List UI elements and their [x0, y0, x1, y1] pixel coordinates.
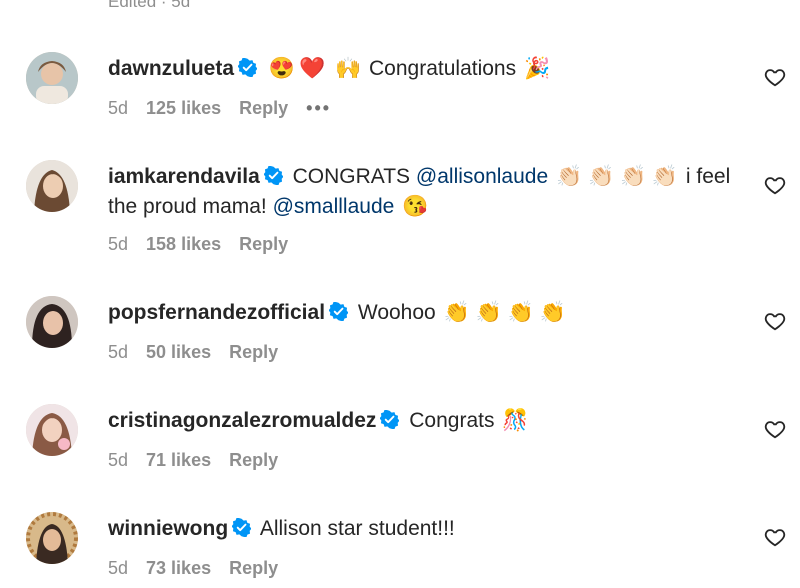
comment-meta: 5d 125 likes Reply ••• [108, 98, 349, 119]
avatar[interactable] [26, 404, 78, 456]
verified-badge-icon [263, 166, 283, 185]
comment-time: 5d [108, 450, 129, 470]
like-heart-icon[interactable] [764, 526, 786, 548]
likes-count[interactable]: 125 likes [146, 98, 221, 118]
kiss-emoji: 😘 [402, 195, 429, 218]
comment-time: 5d [108, 558, 129, 578]
username[interactable]: winniewong [108, 517, 228, 540]
comment-time: 5d [108, 234, 129, 254]
likes-count[interactable]: 50 likes [146, 342, 211, 362]
comment-text: popsfernandezofficial Woohoo 👏 👏 👏 👏 [108, 298, 568, 328]
comment-body: Congratulations [369, 57, 517, 80]
like-heart-icon[interactable] [764, 174, 786, 196]
avatar[interactable] [26, 512, 78, 564]
confetti-ball-emoji: 🎊 [502, 409, 529, 432]
comment-time: 5d [108, 342, 129, 362]
avatar-image [26, 296, 78, 348]
avatar-image [26, 52, 78, 104]
verified-badge-icon [232, 518, 252, 537]
party-popper-emoji: 🎉 [523, 57, 551, 80]
comment-meta: 5d 73 likes Reply [108, 558, 296, 579]
reply-button[interactable]: Reply [239, 234, 288, 254]
username[interactable]: iamkarendavila [108, 165, 260, 188]
likes-count[interactable]: 158 likes [146, 234, 221, 254]
comment-body: i feel [685, 165, 731, 188]
like-heart-icon[interactable] [764, 66, 786, 88]
comment-meta: 5d 71 likes Reply [108, 450, 296, 471]
avatar[interactable] [26, 160, 78, 212]
comment-text-line2: the proud mama! @smalllaude 😘 [108, 192, 430, 222]
mention-link[interactable]: @smalllaude [273, 195, 395, 218]
verified-badge-icon [329, 302, 349, 321]
comment-text: iamkarendavila CONGRATS @allisonlaude 👏🏻… [108, 162, 730, 192]
comment-body: Allison star student!!! [259, 517, 455, 540]
reply-button[interactable]: Reply [229, 342, 278, 362]
comment-text: winniewong Allison star student!!! [108, 514, 455, 544]
avatar[interactable] [26, 296, 78, 348]
more-options-button[interactable]: ••• [306, 98, 331, 118]
like-heart-icon[interactable] [764, 418, 786, 440]
heart-eyes-emoji: 😍 [268, 57, 296, 80]
comment-time: 5d [108, 98, 129, 118]
comment-body: Woohoo [357, 301, 436, 324]
clapping-hands-emoji: 👏🏻 👏🏻 👏🏻 👏🏻 [555, 165, 679, 188]
verified-badge-icon [380, 410, 400, 429]
avatar-image [26, 512, 78, 564]
username[interactable]: cristinagonzalezromualdez [108, 409, 376, 432]
like-heart-icon[interactable] [764, 310, 786, 332]
comment-meta: 5d 50 likes Reply [108, 342, 296, 363]
reply-button[interactable]: Reply [239, 98, 288, 118]
raising-hands-emoji: 🙌 [335, 57, 362, 80]
verified-badge-icon [238, 58, 258, 77]
likes-count[interactable]: 71 likes [146, 450, 211, 470]
likes-count[interactable]: 73 likes [146, 558, 211, 578]
comment-body: CONGRATS [292, 165, 411, 188]
avatar-image [26, 404, 78, 456]
avatar[interactable] [26, 52, 78, 104]
previous-comment-meta: Edited · 5d [108, 0, 191, 11]
red-heart-emoji: ❤️ [299, 57, 326, 80]
reply-button[interactable]: Reply [229, 450, 278, 470]
comment-body: the proud mama! [108, 195, 267, 218]
comment-body: Congrats [409, 409, 495, 432]
reply-button[interactable]: Reply [229, 558, 278, 578]
comment-text: dawnzulueta 😍 ❤️ 🙌 Congratulations 🎉 [108, 54, 552, 84]
username[interactable]: dawnzulueta [108, 57, 234, 80]
mention-link[interactable]: @allisonlaude [416, 165, 548, 188]
clapping-hands-emoji: 👏 👏 👏 👏 [443, 301, 566, 324]
comment-text: cristinagonzalezromualdez Congrats 🎊 [108, 406, 530, 436]
avatar-image [26, 160, 78, 212]
username[interactable]: popsfernandezofficial [108, 301, 325, 324]
comment-meta: 5d 158 likes Reply [108, 234, 306, 255]
